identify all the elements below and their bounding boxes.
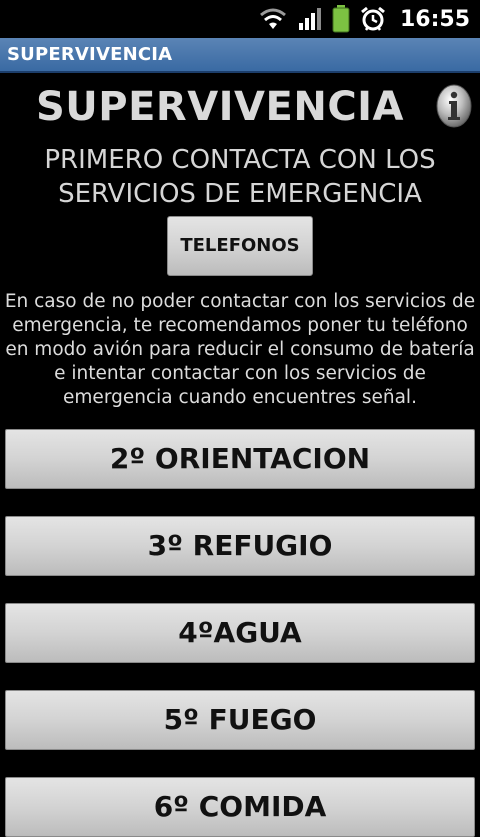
- advice-line: En caso de no poder contactar con los se…: [4, 291, 476, 312]
- shelter-button[interactable]: 3º REFUGIO: [5, 516, 475, 576]
- app-title: SUPERVIVENCIA: [7, 44, 173, 65]
- status-bar: 16:55: [0, 0, 480, 38]
- info-icon: [436, 84, 472, 128]
- food-button[interactable]: 6º COMIDA: [5, 777, 475, 837]
- subtitle-line: PRIMERO CONTACTA CON LOS: [44, 145, 436, 175]
- subtitle-line: SERVICIOS DE EMERGENCIA: [58, 179, 422, 209]
- alarm-icon: [361, 6, 385, 31]
- app-title-bar: SUPERVIVENCIA: [0, 38, 480, 73]
- status-icons: 16:55: [258, 0, 470, 38]
- battery-icon: [332, 5, 350, 33]
- subtitle: PRIMERO CONTACTA CON LOS SERVICIOS DE EM…: [0, 143, 480, 211]
- page-title: SUPERVIVENCIA: [35, 84, 405, 130]
- phones-button[interactable]: TELEFONOS: [167, 216, 313, 276]
- signal-icon: [298, 8, 321, 30]
- info-button[interactable]: [436, 84, 472, 128]
- advice-line: e intentar contactar con los servicios d…: [54, 363, 426, 384]
- water-button[interactable]: 4ºAGUA: [5, 603, 475, 663]
- fire-button[interactable]: 5º FUEGO: [5, 690, 475, 750]
- advice-line: emergencia, te recomendamos poner tu tel…: [12, 315, 468, 336]
- wifi-icon: [260, 8, 286, 29]
- status-clock: 16:55: [399, 6, 470, 32]
- advice-line: emergencia cuando encuentres señal.: [63, 387, 417, 408]
- advice-text: En caso de no poder contactar con los se…: [2, 290, 478, 410]
- advice-line: en modo avión para reducir el consumo de…: [5, 339, 475, 360]
- orientation-button[interactable]: 2º ORIENTACION: [5, 429, 475, 489]
